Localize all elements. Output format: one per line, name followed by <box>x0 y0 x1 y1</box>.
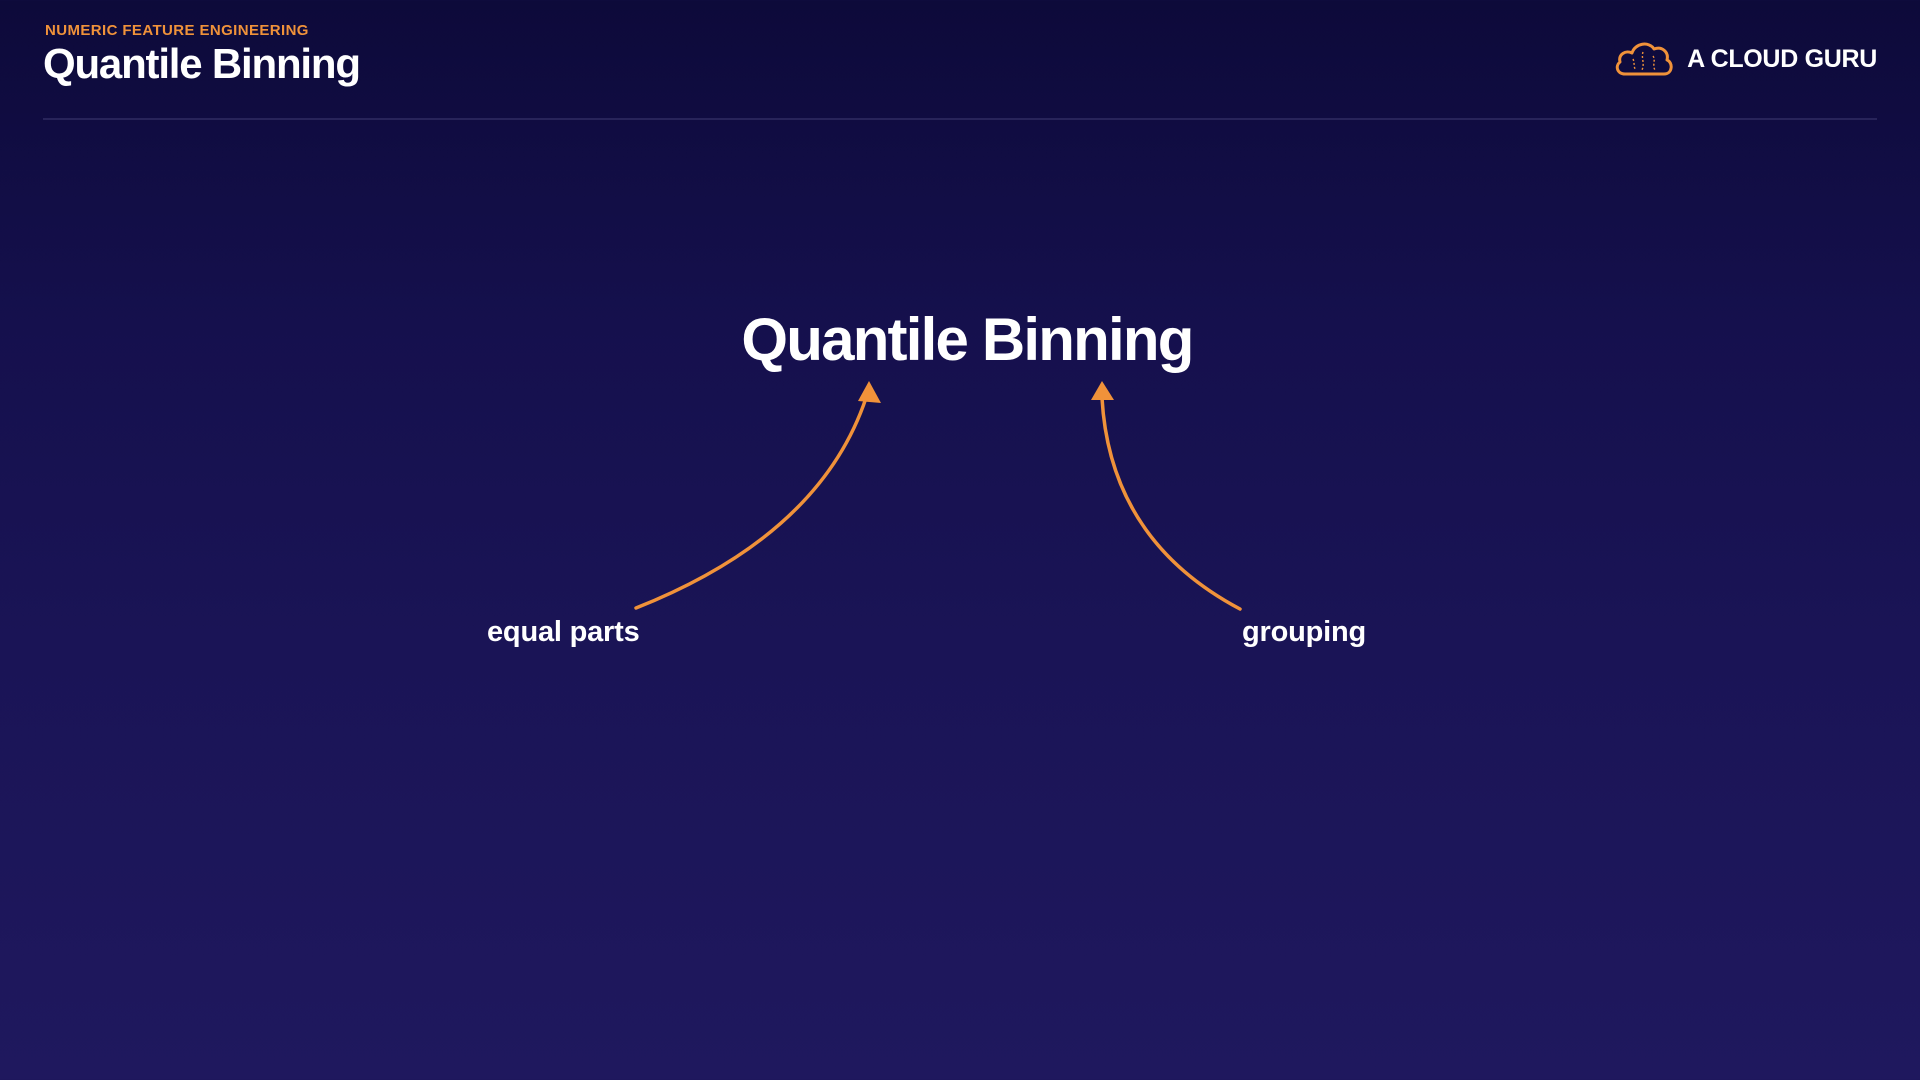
right-arrow-line <box>1100 396 1242 611</box>
left-arrow-head <box>858 381 881 403</box>
slide-header: NUMERIC FEATURE ENGINEERING Quantile Bin… <box>0 0 1920 122</box>
annotation-arrows <box>634 381 1242 611</box>
main-title: Quantile Binning <box>741 306 1194 373</box>
page-title: Quantile Binning <box>43 40 361 87</box>
left-arrow-line <box>634 396 868 610</box>
label-equal-parts: equal parts <box>487 616 640 648</box>
header-divider <box>43 118 1877 120</box>
section-eyebrow: NUMERIC FEATURE ENGINEERING <box>45 22 309 39</box>
brand-logo: A CLOUD GURU <box>1613 36 1877 82</box>
cloud-icon <box>1613 39 1675 79</box>
brand-name: A CLOUD GURU <box>1687 44 1877 73</box>
right-arrow-head <box>1091 381 1114 400</box>
label-grouping: grouping <box>1242 616 1367 648</box>
